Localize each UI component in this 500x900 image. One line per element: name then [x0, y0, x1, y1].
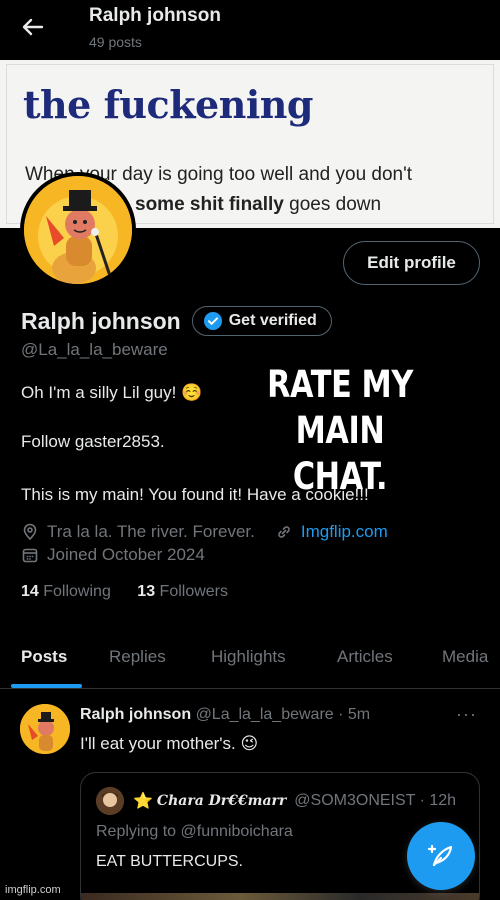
joined-row: Joined October 2024	[21, 545, 205, 565]
link-icon	[278, 526, 290, 538]
compose-icon	[427, 844, 453, 867]
get-verified-label: Get verified	[228, 312, 317, 329]
post-header: Ralph johnson @La_la_la_beware · 5m	[80, 706, 370, 724]
quoted-avatar	[96, 787, 124, 815]
quoted-media[interactable]	[81, 893, 479, 900]
followers-label: Followers	[159, 583, 229, 600]
follow-stats: 14 Following 13 Followers	[21, 583, 228, 601]
active-tab-indicator	[11, 684, 82, 688]
post-author[interactable]: Ralph johnson	[80, 706, 191, 723]
top-bar: Ralph johnson 49 posts	[0, 0, 500, 60]
edit-profile-button[interactable]: Edit profile	[343, 241, 480, 285]
header-posts-count: 49 posts	[89, 34, 142, 50]
website-link[interactable]: Imgflip.com	[301, 522, 388, 542]
location-text: Tra la la. The river. Forever.	[47, 522, 255, 541]
quoted-replying-to: Replying to @funniboichara	[96, 823, 293, 841]
profile-name: Ralph johnson	[21, 307, 181, 334]
followers-link[interactable]: 13 Followers	[137, 583, 228, 600]
following-link[interactable]: 14 Following	[21, 583, 111, 600]
tab-posts[interactable]: Posts	[21, 647, 67, 667]
verified-badge-icon	[203, 312, 222, 330]
tab-articles[interactable]: Articles	[337, 647, 393, 667]
name-row: Ralph johnson Get verified	[21, 306, 332, 336]
bio-line-2: Follow gaster2853.	[21, 432, 165, 451]
back-arrow-icon[interactable]	[18, 12, 48, 42]
banner-title: the fuckening	[23, 82, 313, 127]
replying-handle[interactable]: @funniboichara	[181, 823, 293, 840]
star-icon: ⭐	[133, 793, 153, 810]
tab-media[interactable]: Media	[442, 647, 488, 667]
quoted-header: ⭐ Chara Dr€€marr @SOM3ONEIST · 12h	[133, 791, 456, 811]
replying-prefix: Replying to	[96, 823, 177, 840]
quoted-handle-time: @SOM3ONEIST · 12h	[294, 792, 457, 809]
banner-line-2-strong: some shit finally	[135, 194, 284, 215]
post-avatar[interactable]	[20, 704, 70, 754]
calendar-icon	[22, 548, 38, 563]
profile-tabs: Posts Replies Highlights Articles Media	[0, 635, 500, 689]
location-row: Tra la la. The river. Forever. Imgflip.c…	[21, 522, 388, 542]
quoted-author: Chara Dr€€marr	[156, 793, 287, 809]
more-options-icon[interactable]: ···	[456, 704, 477, 725]
followers-count: 13	[137, 583, 156, 600]
profile-handle: @La_la_la_beware	[21, 340, 168, 359]
header-name: Ralph johnson	[89, 5, 221, 26]
profile-avatar[interactable]	[20, 172, 136, 288]
compose-button[interactable]	[407, 822, 475, 890]
overlay-line-1: RATE MY	[267, 363, 413, 406]
meme-overlay-caption: RATE MY MAIN CHAT.	[246, 362, 435, 500]
tab-replies[interactable]: Replies	[109, 647, 166, 667]
quoted-text: EAT BUTTERCUPS.	[96, 853, 243, 870]
tab-highlights[interactable]: Highlights	[211, 647, 286, 667]
following-label: Following	[43, 583, 111, 600]
post-text: I'll eat your mother's. 😉	[80, 734, 259, 753]
banner-line-2-tail: goes down	[289, 194, 382, 215]
overlay-line-2: MAIN CHAT.	[292, 409, 388, 498]
post-handle-time: @La_la_la_beware · 5m	[195, 706, 371, 723]
bio-line-1: Oh I'm a silly Lil guy! ☺️	[21, 383, 203, 402]
imgflip-watermark: imgflip.com	[5, 884, 61, 896]
get-verified-button[interactable]: Get verified	[191, 306, 332, 336]
joined-text: Joined October 2024	[47, 545, 205, 564]
following-count: 14	[21, 583, 39, 600]
location-pin-icon	[23, 523, 37, 541]
